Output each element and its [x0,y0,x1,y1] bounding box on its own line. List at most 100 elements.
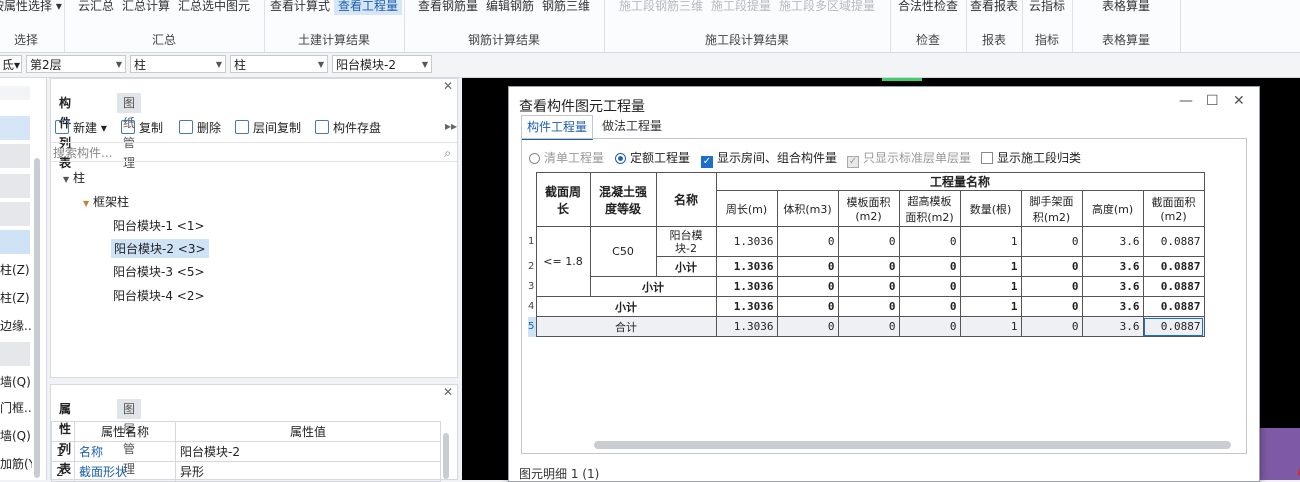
cell-value[interactable]: 0 [1020,276,1083,297]
more-icon[interactable]: ▸▸ [445,119,457,133]
ribbon-button[interactable]: 表格算量 [1098,0,1154,15]
cell-value[interactable]: 1.3036 [715,296,778,317]
save-component-button[interactable]: 构件存盘 [315,119,381,136]
new-button[interactable]: 新建 ▾ [55,119,107,136]
cell-value[interactable]: 0 [837,256,900,277]
cell-value[interactable]: 0 [898,276,961,297]
tab-layer-manage[interactable]: 图层管理 [117,399,142,476]
cell-value[interactable]: 0 [776,226,839,257]
copy-button[interactable]: 复制 [121,119,163,136]
cell-value[interactable]: 0 [776,296,839,317]
close-icon[interactable]: ✕ [443,79,453,93]
tree-child[interactable]: ▼ 框架柱 [83,193,129,210]
cell-value[interactable]: 1.3036 [715,276,778,297]
cell-value[interactable]: 1.3036 [715,226,778,257]
tab-method-quantity[interactable]: 做法工程量 [597,115,667,137]
ribbon-button[interactable]: 按属性选择 ▾ [0,0,64,15]
type-select[interactable]: 柱 ▼ [230,55,328,73]
nav-scrollbar[interactable] [34,158,40,478]
nav-item-block[interactable] [0,174,30,198]
nav-item[interactable]: 墙(Q) [0,372,32,392]
cell-value[interactable]: 0.0887 [1142,296,1205,317]
ribbon-button[interactable]: 钢筋三维 [538,0,594,15]
nav-selected[interactable] [0,116,30,140]
close-icon[interactable]: ✕ [443,385,453,399]
radio-quota-quantity[interactable]: 定额工程量 [615,149,690,166]
cell-section[interactable]: <= 1.8 [535,226,591,297]
cell-value[interactable]: 1 [959,256,1022,277]
floor-select[interactable]: 第2层 ▼ [26,55,126,73]
minimize-icon[interactable]: — [1179,93,1193,109]
ribbon-button[interactable]: 查看计算式 [266,0,334,15]
cell-name[interactable]: 阳台模块-2 [655,226,717,257]
cell-value[interactable]: 0 [1020,296,1083,317]
cell-value[interactable]: 1.3036 [715,316,778,337]
ribbon-button[interactable]: 合法性检查 [894,0,962,15]
nav-item[interactable]: 边缘... [0,316,32,336]
cell-value[interactable]: 0 [776,316,839,337]
cell-value[interactable]: 1 [959,296,1022,317]
tree-root[interactable]: ▼ 柱 [63,169,85,186]
tree-item-selected[interactable]: 阳台模块-2 <3> [111,239,209,258]
cell-value[interactable]: 0 [837,226,900,257]
ribbon-button[interactable]: 查看报表 [966,0,1022,15]
table-row[interactable]: 3 小计 1.3036 0 0 0 1 0 3.6 0.0887 [528,276,1205,297]
cell-value[interactable]: 0 [837,296,900,317]
search-icon[interactable]: ⌕ [444,143,451,163]
radio-list-quantity[interactable]: 清单工程量 [529,149,604,166]
cell-value-selected[interactable]: 0.0887 [1142,316,1205,337]
close-icon[interactable]: ✕ [1233,93,1245,109]
cell-value[interactable]: 0 [898,226,961,257]
tab-drawing-manage[interactable]: 图纸管理 [117,93,142,170]
prop-value[interactable]: 异形 [175,461,441,482]
nav-item-block[interactable] [0,202,30,226]
nav-item-block[interactable] [0,342,30,366]
check-show-room[interactable]: ✓ 显示房间、组合构件量 [701,149,837,168]
cell-value[interactable]: 1 [959,226,1022,257]
cell-value[interactable]: 0 [1020,256,1083,277]
floor-copy-button[interactable]: 层间复制 [235,119,301,136]
prop-value[interactable]: 阳台模块-2 [175,441,441,462]
ribbon-button[interactable]: 查看钢筋量 [414,0,482,15]
ribbon-button[interactable]: 汇总计算 [118,0,174,15]
check-construct[interactable]: 显示施工段归类 [981,149,1081,166]
layer-combo[interactable]: 氐▾ [0,55,22,73]
cell-value[interactable]: 0.0887 [1142,256,1205,277]
nav-item[interactable]: 墙(Q) [0,426,32,446]
horizontal-scrollbar[interactable] [594,441,1231,449]
ribbon-button[interactable]: 汇总选中图元 [174,0,254,15]
ribbon-button[interactable]: 云汇总 [74,0,118,15]
component-select[interactable]: 阳台模块-2 ▼ [332,55,432,73]
cell-value[interactable]: 0 [1020,226,1083,257]
cell-value[interactable]: 0.0887 [1142,276,1205,297]
category-select[interactable]: 柱 ▼ [130,55,226,73]
ribbon-button[interactable]: 查看工程量 [334,0,403,15]
tree-item[interactable]: 阳台模块-4 <2> [113,287,205,304]
cell-value[interactable]: 0 [1020,316,1083,337]
cell-value[interactable]: 1.3036 [715,256,778,277]
cell-value[interactable]: 3.6 [1081,296,1144,317]
table-row-total[interactable]: 5 合计 1.3036 0 0 0 1 0 3.6 0.0887 [528,316,1205,337]
tab-component-list[interactable]: 构件列表 [53,93,77,170]
cell-value[interactable]: 1 [959,316,1022,337]
maximize-icon[interactable]: ☐ [1206,93,1219,109]
tab-property-list[interactable]: 属性列表 [53,399,77,476]
cell-value[interactable]: 0 [837,276,900,297]
property-scrollbar[interactable] [443,433,449,479]
nav-item[interactable]: 柱(Z) [0,288,32,308]
nav-item-block[interactable] [0,144,30,168]
cell-value[interactable]: 3.6 [1081,316,1144,337]
tree-item[interactable]: 阳台模块-1 <1> [113,217,205,234]
nav-item[interactable]: 柱(Z) [0,260,32,280]
delete-button[interactable]: 删除 [179,119,221,136]
nav-item[interactable]: 加筋(Y [0,454,32,474]
cell-value[interactable]: 0 [837,316,900,337]
cell-concrete[interactable]: C50 [589,226,657,277]
cell-value[interactable]: 0 [898,256,961,277]
tree-item[interactable]: 阳台模块-3 <5> [113,263,205,280]
cell-value[interactable]: 3.6 [1081,256,1144,277]
ribbon-button[interactable]: 编辑钢筋 [482,0,538,15]
cell-value[interactable]: 0 [898,316,961,337]
cell-value[interactable]: 0 [776,256,839,277]
cell-value[interactable]: 3.6 [1081,276,1144,297]
